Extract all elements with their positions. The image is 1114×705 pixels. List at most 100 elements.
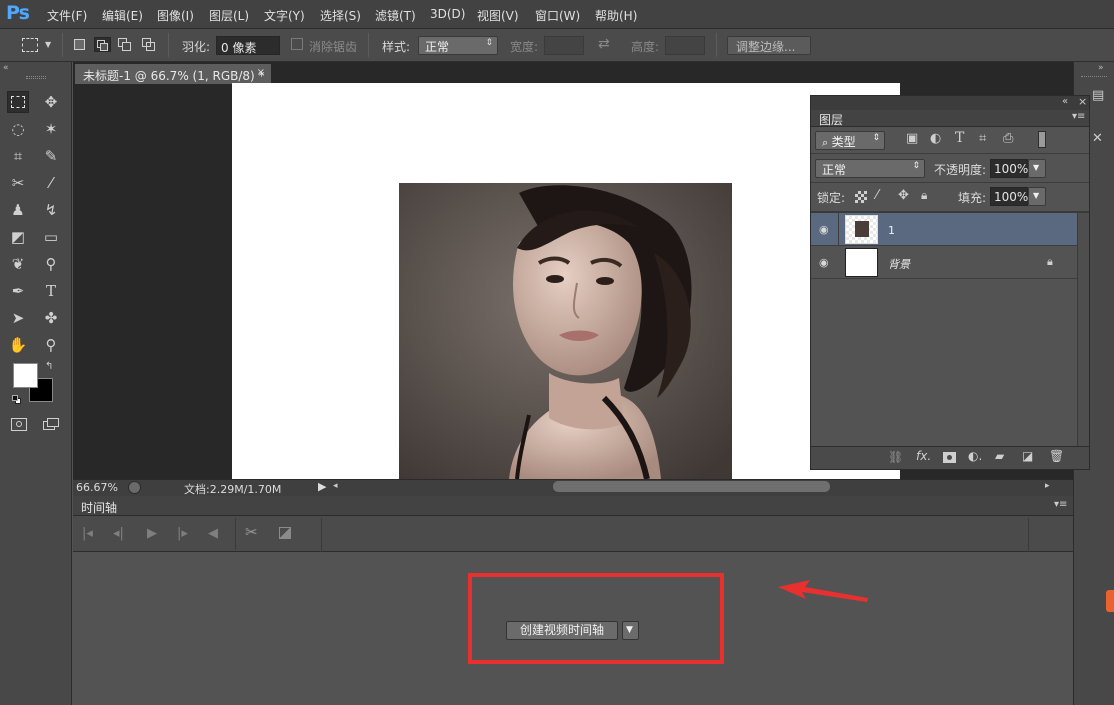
menu-window[interactable]: 窗口(W) (535, 7, 580, 24)
refine-edge-button[interactable]: 调整边缘... (727, 36, 811, 55)
swap-colors-icon[interactable]: ↰ (45, 361, 53, 372)
play-icon[interactable]: ▶ (147, 526, 157, 541)
subtract-from-selection-icon[interactable] (118, 38, 132, 51)
width-input[interactable] (544, 36, 584, 55)
menu-file[interactable]: 文件(F) (47, 7, 87, 24)
lock-pixels-brush-icon[interactable]: ⁄ (876, 188, 878, 203)
menu-view[interactable]: 视图(V) (477, 7, 519, 24)
visibility-eye-icon[interactable]: ◉ (819, 223, 829, 236)
audio-icon[interactable]: ◀ (208, 526, 218, 541)
layer-name[interactable]: 1 (888, 224, 895, 237)
pen-tool-icon[interactable]: ✒ (7, 280, 29, 302)
document-tab[interactable]: 未标题-1 @ 66.7% (1, RGB/8) * × (75, 64, 271, 84)
new-selection-icon[interactable] (74, 39, 85, 50)
layers-tab[interactable]: 图层 (819, 111, 843, 128)
collapse-dock-icon[interactable]: » (1098, 63, 1104, 73)
layer-name[interactable]: 背景 (888, 256, 910, 272)
smart-object-filter-icon[interactable]: ⎙ (1003, 131, 1013, 146)
layers-scrollbar[interactable] (1077, 213, 1089, 446)
swap-arrows-icon[interactable]: ⇄ (598, 36, 610, 52)
foreground-color-swatch[interactable] (13, 363, 38, 388)
style-select[interactable]: 正常 ⇕ (418, 36, 498, 55)
quick-mask-icon[interactable] (11, 418, 27, 431)
hand-tool-icon[interactable]: ✋ (7, 334, 29, 356)
zoom-level[interactable]: 66.67% (76, 481, 118, 494)
layers-menu-icon[interactable]: ▾≡ (1072, 111, 1085, 122)
menu-edit[interactable]: 编辑(E) (102, 7, 143, 24)
panel-grip[interactable] (1081, 76, 1107, 77)
visibility-eye-icon[interactable]: ◉ (819, 256, 829, 269)
panel-grip[interactable] (26, 76, 46, 79)
dodge-tool-icon[interactable]: ⚲ (40, 253, 62, 275)
move-tool-icon[interactable]: ✥ (40, 91, 62, 113)
marquee-tool-preset-icon[interactable] (22, 38, 38, 52)
brush-tool-icon[interactable]: ⁄ (40, 172, 62, 194)
horizontal-scrollbar-thumb[interactable] (553, 481, 830, 492)
collapse-panel-icon[interactable]: « (3, 63, 9, 73)
collapse-icon[interactable]: « (1062, 96, 1068, 107)
scroll-right-icon[interactable]: ▸ (1045, 481, 1050, 491)
fx-layer-style-icon[interactable]: fx. (916, 449, 931, 463)
panel-menu-icon[interactable]: ▾≡ (1054, 499, 1067, 510)
menu-image[interactable]: 图像(I) (157, 7, 194, 24)
intersect-selection-icon[interactable] (142, 38, 156, 51)
go-to-first-frame-icon[interactable]: |◂ (82, 526, 93, 541)
clone-stamp-tool-icon[interactable]: ♟ (7, 199, 29, 221)
next-frame-icon[interactable]: |▸ (177, 526, 188, 541)
menu-select[interactable]: 选择(S) (320, 7, 361, 24)
transition-icon[interactable] (279, 527, 291, 539)
close-panel-icon[interactable]: × (1078, 95, 1087, 108)
default-colors-icon[interactable] (12, 395, 21, 404)
fill-dropdown[interactable]: ▼ (1028, 187, 1046, 206)
blur-tool-icon[interactable]: ❦ (7, 253, 29, 275)
healing-brush-tool-icon[interactable]: ✂ (7, 172, 29, 194)
scroll-left-icon[interactable]: ◂ (333, 481, 338, 491)
add-mask-icon[interactable] (943, 452, 956, 463)
screen-mode-icon[interactable] (43, 418, 60, 431)
eyedropper-tool-icon[interactable]: ✎ (40, 145, 62, 167)
crop-tool-icon[interactable]: ⌗ (7, 145, 29, 167)
layer-filter-select[interactable]: ⌕ 类型 ⇕ (815, 131, 885, 150)
lock-transparency-icon[interactable] (855, 191, 867, 203)
timeline-title[interactable]: 时间轴 (81, 499, 117, 516)
split-scissors-icon[interactable]: ✂ (245, 523, 258, 541)
eraser-tool-icon[interactable]: ◩ (7, 226, 29, 248)
filter-toggle[interactable] (1038, 131, 1046, 148)
height-input[interactable] (665, 36, 705, 55)
opacity-input[interactable]: 100% (990, 159, 1028, 178)
adjustment-filter-icon[interactable]: ◐ (930, 131, 941, 146)
menu-type[interactable]: 文字(Y) (264, 7, 305, 24)
lock-position-icon[interactable]: ✥ (898, 188, 909, 203)
feather-input[interactable]: 0 像素 (216, 36, 280, 55)
custom-shape-tool-icon[interactable]: ✤ (40, 307, 62, 329)
add-to-selection-icon[interactable] (94, 37, 111, 52)
marquee-tool-icon[interactable] (7, 91, 29, 113)
path-selection-tool-icon[interactable]: ➤ (7, 307, 29, 329)
lasso-tool-icon[interactable]: ◌ (7, 118, 29, 140)
status-arrow-icon[interactable]: ▶ (318, 480, 326, 493)
side-widget[interactable] (1106, 590, 1114, 612)
antialias-checkbox[interactable] (291, 38, 303, 50)
history-brush-tool-icon[interactable]: ↯ (40, 199, 62, 221)
opacity-dropdown[interactable]: ▼ (1028, 159, 1046, 178)
menu-filter[interactable]: 滤镜(T) (375, 7, 416, 24)
menu-layer[interactable]: 图层(L) (209, 7, 249, 24)
link-layers-icon[interactable]: ⛓ (888, 450, 903, 464)
type-tool-icon[interactable]: T (40, 280, 62, 302)
zoom-tool-icon[interactable]: ⚲ (40, 334, 62, 356)
status-menu-icon[interactable] (128, 481, 141, 494)
chevron-down-icon[interactable]: ▼ (45, 40, 51, 49)
magic-wand-tool-icon[interactable]: ✶ (40, 118, 62, 140)
lock-all-icon[interactable]: 🔒︎ (921, 188, 927, 203)
gradient-tool-icon[interactable]: ▭ (40, 226, 62, 248)
new-group-folder-icon[interactable]: ▰ (995, 449, 1004, 463)
tools-panel-icon[interactable]: ✕ (1092, 131, 1103, 146)
delete-layer-trash-icon[interactable]: 🗑︎ (1049, 449, 1064, 463)
pixel-layer-filter-icon[interactable]: ▣ (906, 131, 918, 146)
shape-filter-icon[interactable]: ⌗ (979, 131, 986, 146)
type-filter-icon[interactable]: T (955, 130, 964, 146)
menu-help[interactable]: 帮助(H) (595, 7, 637, 24)
menu-3d[interactable]: 3D(D) (430, 7, 465, 21)
previous-frame-icon[interactable]: ◂| (113, 526, 124, 541)
layers-panel-titlebar[interactable] (811, 96, 1089, 110)
